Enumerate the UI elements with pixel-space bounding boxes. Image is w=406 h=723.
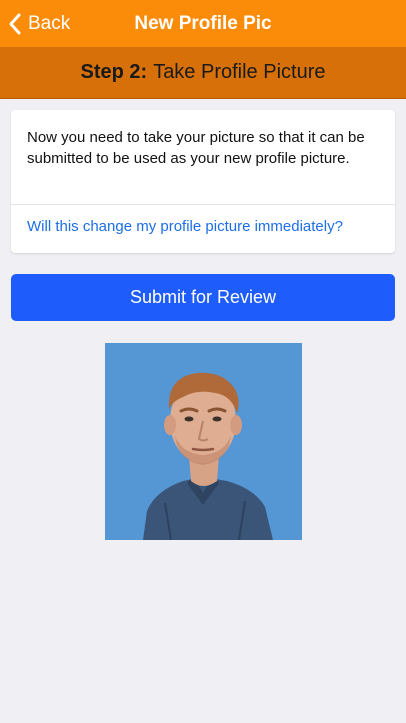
navigation-bar: Back New Profile Pic	[0, 0, 406, 47]
step-title: Take Profile Picture	[153, 61, 326, 83]
profile-photo-image	[105, 343, 302, 540]
profile-photo	[105, 343, 302, 540]
chevron-left-icon	[9, 13, 21, 34]
step-header: Step 2: Take Profile Picture	[0, 47, 406, 99]
info-message: Now you need to take your picture so tha…	[27, 129, 365, 167]
back-button-label: Back	[28, 12, 71, 34]
info-card: Now you need to take your picture so tha…	[11, 110, 395, 253]
card-divider	[11, 204, 395, 205]
back-button[interactable]: Back	[8, 0, 70, 47]
page-title: New Profile Pic	[134, 12, 272, 34]
step-number: Step 2:	[80, 61, 148, 83]
faq-link[interactable]: Will this change my profile picture imme…	[27, 218, 343, 235]
submit-for-review-button[interactable]: Submit for Review	[11, 274, 395, 321]
